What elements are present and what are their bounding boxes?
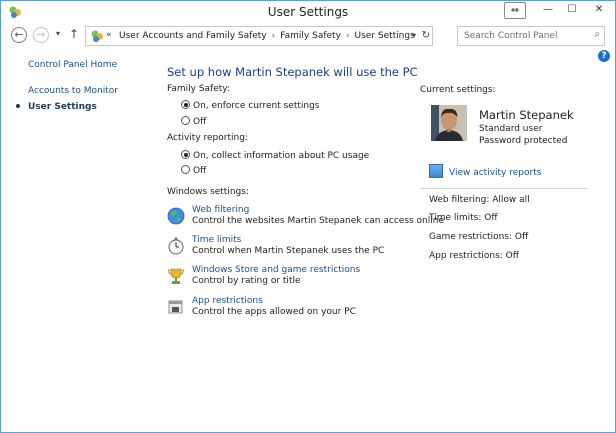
- recent-locations-dropdown[interactable]: ▾: [56, 29, 60, 38]
- web-filtering-desc: Control the websites Martin Stepanek can…: [192, 216, 445, 226]
- web-filtering-link[interactable]: Web filtering: [192, 205, 249, 215]
- address-dropdown-icon[interactable]: ▾: [412, 31, 416, 40]
- store-game-restrictions-item: Windows Store and game restrictions Cont…: [167, 265, 417, 289]
- stat-time-limits: Time limits: Off: [429, 213, 498, 223]
- web-filtering-item: Web filtering Control the websites Marti…: [167, 205, 444, 229]
- family-safety-off-radio[interactable]: Off: [181, 116, 206, 127]
- radio-selected-icon: [181, 150, 190, 159]
- avatar: [431, 105, 467, 141]
- breadcrumb-item[interactable]: Family Safety: [280, 31, 341, 41]
- windows-settings-label: Windows settings:: [167, 187, 249, 197]
- address-bar[interactable]: « User Accounts and Family Safety › Family…: [85, 26, 433, 46]
- refresh-icon[interactable]: ↻: [422, 30, 430, 41]
- current-settings-title: Current settings:: [420, 85, 496, 95]
- minimize-button[interactable]: —: [538, 2, 558, 19]
- title-bar: User Settings ⇔ — ☐ ✕: [1, 1, 615, 23]
- family-safety-off-label: Off: [193, 117, 207, 127]
- divider: [420, 188, 588, 189]
- search-icon[interactable]: ⌕: [594, 29, 600, 40]
- family-safety-on-radio[interactable]: On, enforce current settings: [181, 100, 320, 111]
- close-button[interactable]: ✕: [588, 2, 610, 19]
- user-type: Standard user: [479, 124, 543, 134]
- breadcrumb-item[interactable]: User Settings: [355, 31, 415, 41]
- store-game-restrictions-link[interactable]: Windows Store and game restrictions: [192, 265, 360, 275]
- radio-selected-icon: [181, 100, 190, 109]
- activity-reporting-label: Activity reporting:: [167, 133, 248, 143]
- breadcrumb: User Accounts and Family Safety › Family S…: [119, 31, 415, 41]
- up-button[interactable]: ↑: [69, 27, 79, 41]
- sidebar-item-user-settings[interactable]: User Settings: [28, 102, 97, 112]
- app-restrictions-desc: Control the apps allowed on your PC: [192, 307, 356, 317]
- time-limits-item: Time limits Control when Martin Stepanek…: [167, 235, 417, 259]
- app-restrictions-item: App restrictions Control the apps allowe…: [167, 296, 417, 320]
- view-activity-reports-link[interactable]: View activity reports: [449, 168, 541, 178]
- app-icon: [168, 300, 183, 314]
- back-button[interactable]: ←: [11, 27, 27, 43]
- family-safety-on-label: On, enforce current settings: [193, 101, 320, 111]
- breadcrumb-overflow-icon[interactable]: «: [106, 30, 112, 40]
- radio-unselected-icon: [181, 116, 190, 125]
- time-limits-link[interactable]: Time limits: [192, 235, 241, 245]
- page-title: Set up how Martin Stepanek will use the …: [167, 65, 418, 79]
- activity-reporting-off-label: Off: [193, 166, 207, 176]
- family-safety-label: Family Safety:: [167, 84, 230, 94]
- activity-reporting-on-label: On, collect information about PC usage: [193, 151, 370, 161]
- stat-app-restrictions: App restrictions: Off: [429, 251, 519, 261]
- password-status: Password protected: [479, 136, 568, 146]
- user-name: Martin Stepanek: [479, 108, 574, 122]
- stopwatch-icon: [168, 237, 184, 255]
- activity-report-icon: [429, 164, 443, 178]
- snap-button[interactable]: ⇔: [504, 2, 526, 19]
- globe-icon: [167, 207, 185, 225]
- maximize-button[interactable]: ☐: [562, 2, 582, 19]
- search-box[interactable]: ⌕: [457, 26, 605, 46]
- current-page-bullet-icon: [16, 104, 20, 108]
- stat-game-restrictions: Game restrictions: Off: [429, 232, 529, 242]
- app-restrictions-link[interactable]: App restrictions: [192, 296, 263, 306]
- breadcrumb-item[interactable]: User Accounts and Family Safety: [119, 31, 267, 41]
- navigation-bar: ← → ▾ ↑ « User Accounts and Family Safet…: [1, 25, 615, 47]
- radio-unselected-icon: [181, 165, 190, 174]
- breadcrumb-separator-icon[interactable]: ›: [272, 31, 276, 41]
- activity-reporting-off-radio[interactable]: Off: [181, 165, 206, 176]
- sidebar-item-control-panel-home[interactable]: Control Panel Home: [28, 60, 117, 70]
- help-icon[interactable]: ?: [598, 50, 610, 62]
- stat-web-filtering: Web filtering: Allow all: [429, 195, 530, 205]
- activity-reporting-on-radio[interactable]: On, collect information about PC usage: [181, 150, 369, 161]
- search-input[interactable]: [458, 27, 586, 45]
- control-panel-icon: [91, 30, 103, 42]
- forward-button[interactable]: →: [33, 27, 49, 43]
- trophy-icon: [168, 268, 184, 284]
- store-game-restrictions-desc: Control by rating or title: [192, 276, 301, 286]
- time-limits-desc: Control when Martin Stepanek uses the PC: [192, 246, 385, 256]
- sidebar-item-accounts-to-monitor[interactable]: Accounts to Monitor: [28, 86, 118, 96]
- window: User Settings ⇔ — ☐ ✕ ← → ▾ ↑ « User Acc…: [0, 0, 616, 433]
- breadcrumb-separator-icon[interactable]: ›: [346, 31, 350, 41]
